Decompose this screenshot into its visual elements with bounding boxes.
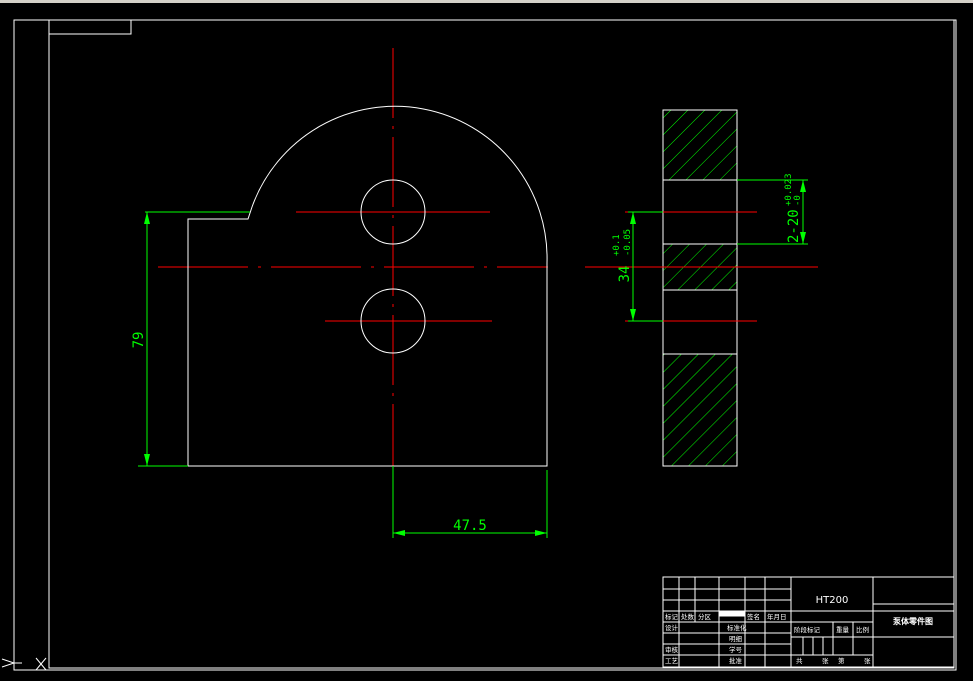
hole-dia-lower-tol: -0 bbox=[793, 195, 803, 206]
tb-sign: 签名 bbox=[747, 612, 760, 621]
tb-sheet-total: 共 bbox=[796, 656, 803, 665]
front-view: 79 47.5 bbox=[131, 48, 548, 538]
tb-count: 处数 bbox=[681, 612, 695, 621]
height-dimension: 79 bbox=[131, 211, 250, 467]
hole-spacing-upper-tol: +0.1 bbox=[612, 234, 622, 256]
tb-review: 审核 bbox=[665, 645, 679, 654]
width-dim-text: 47.5 bbox=[453, 518, 487, 534]
inner-frame bbox=[48, 19, 955, 669]
material-text: HT200 bbox=[816, 595, 849, 606]
ucs-axis-icon bbox=[1, 657, 47, 671]
tb-stage-mark: 阶段标记 bbox=[794, 625, 821, 634]
height-dim-text: 79 bbox=[131, 332, 147, 349]
tb-sheet-no: 第 bbox=[838, 656, 845, 665]
hole-dia-text: 2-20 bbox=[786, 209, 802, 243]
hole-spacing-text: 34 bbox=[617, 266, 633, 283]
tb-date: 年月日 bbox=[767, 612, 787, 621]
part-name-text: 泵体零件图 bbox=[893, 616, 933, 626]
tb-mark: 标记 bbox=[665, 612, 679, 621]
section-view: 34 +0.1 -0.05 2-20 +0.023 -0 bbox=[585, 109, 818, 467]
tb-weight: 重量 bbox=[836, 626, 850, 634]
tb-scale: 比例 bbox=[856, 625, 869, 634]
tb-approve: 批准 bbox=[729, 656, 743, 665]
part-outline bbox=[187, 105, 548, 467]
tb-process: 工艺 bbox=[665, 657, 679, 665]
window-top-strip bbox=[0, 0, 973, 3]
tb-sheets-2: 张 bbox=[864, 656, 871, 665]
width-dimension: 47.5 bbox=[392, 466, 548, 538]
tb-student-no: 学号 bbox=[729, 645, 743, 654]
hole-spacing-lower-tol: -0.05 bbox=[623, 229, 633, 256]
reverse-code-box bbox=[48, 19, 132, 35]
tb-sheets-1: 张 bbox=[822, 656, 829, 665]
hole-diameter-dimension: 2-20 +0.023 -0 bbox=[737, 173, 808, 245]
tb-design: 设计 bbox=[665, 623, 679, 632]
tb-zone: 分区 bbox=[698, 612, 712, 621]
drawing-canvas[interactable]: 79 47.5 34 +0.1 -0.05 2-20 +0.023 -0 HT2… bbox=[0, 0, 973, 681]
tb-standardization: 标准化 bbox=[727, 623, 747, 632]
tb-catalogue: 明细 bbox=[729, 634, 743, 643]
outer-frame bbox=[13, 19, 957, 671]
